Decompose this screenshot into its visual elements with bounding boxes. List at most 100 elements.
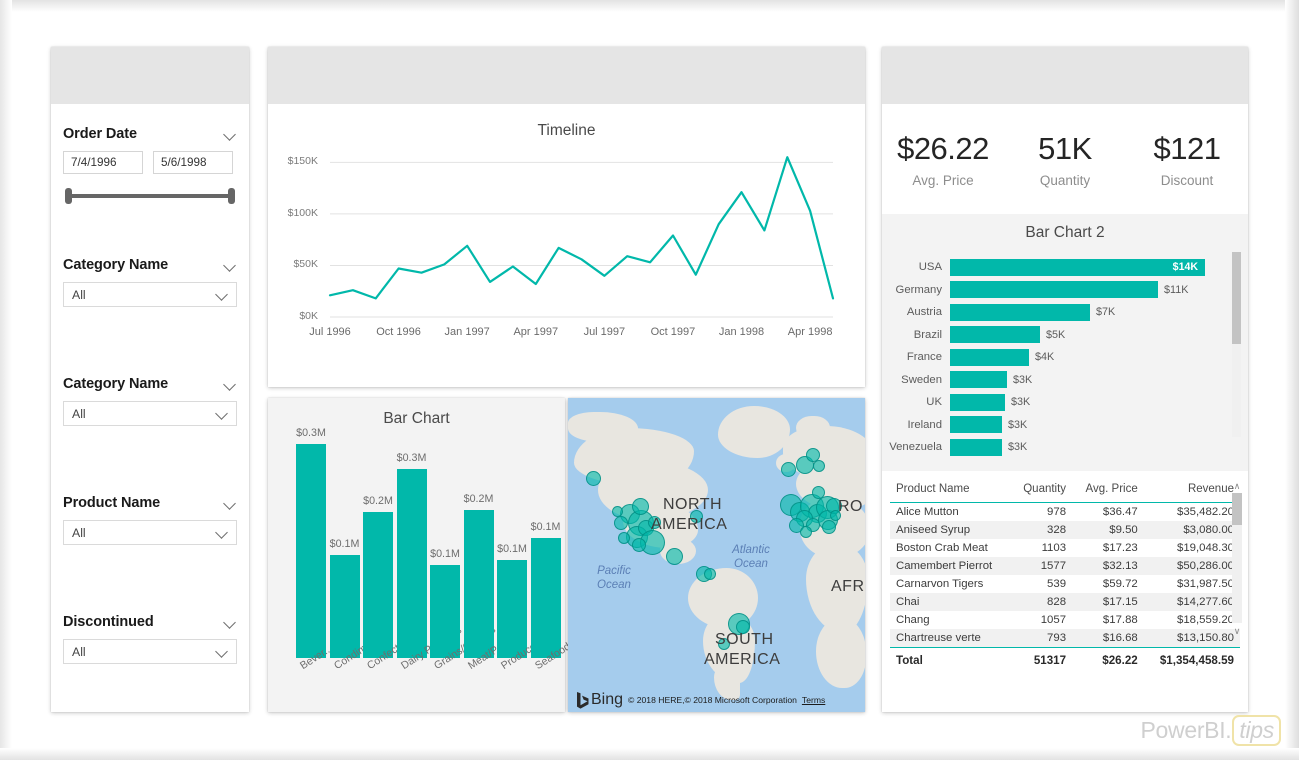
col-header-quantity[interactable]: Quantity <box>1011 481 1072 503</box>
bar-chart-2-row[interactable]: UK $3K <box>882 391 1248 414</box>
bar-chart-2-row[interactable]: USA $14K <box>882 256 1248 279</box>
map-visual-panel[interactable]: NORTH AMERICA SOUTH AMERICA AFR RO Pacif… <box>568 398 865 712</box>
date-range-inputs[interactable]: 7/4/1996 5/6/1998 <box>63 151 237 174</box>
table-body[interactable]: Alice Mutton 978 $36.47 $35,482.20 Aniseed S… <box>890 503 1240 648</box>
bar-chart-bar[interactable] <box>329 555 360 658</box>
table-row[interactable]: Camembert Pierrot 1577 $32.13 $50,286.00 <box>890 557 1240 575</box>
map-bubble[interactable] <box>822 520 836 534</box>
bar-chart-panel[interactable]: Bar Chart $0.3M Bever... $0.1M Condiments $0… <box>268 398 572 712</box>
slicer-product-name-dropdown[interactable]: All <box>63 520 237 545</box>
chevron-down-icon[interactable] <box>224 497 237 510</box>
slicer-category-name-1-head[interactable]: Category Name <box>63 257 237 273</box>
table-row[interactable]: Boston Crab Meat 1103 $17.23 $19,048.30 <box>890 539 1240 557</box>
table-row[interactable]: Carnarvon Tigers 539 $59.72 $31,987.50 <box>890 575 1240 593</box>
product-data-table[interactable]: Product Name Quantity Avg. Price Revenue… <box>890 481 1240 670</box>
chevron-down-icon[interactable] <box>216 288 229 301</box>
col-header-revenue[interactable]: Revenue <box>1144 481 1240 503</box>
chevron-down-icon[interactable] <box>224 378 237 391</box>
map-bubble[interactable] <box>618 532 630 544</box>
slider-track[interactable] <box>69 194 231 198</box>
bar-chart-bar[interactable] <box>497 560 527 658</box>
map-bubble[interactable] <box>800 526 812 538</box>
bar-chart-bar[interactable] <box>430 565 460 658</box>
date-to-input[interactable]: 5/6/1998 <box>153 151 233 174</box>
slicer-discontinued-head[interactable]: Discontinued <box>63 614 237 630</box>
map-bubble[interactable] <box>586 471 601 486</box>
timeline-chart-panel[interactable]: Timeline $0K $50K $100K $150K Jul 1996 Oct 19… <box>268 47 865 387</box>
kpi-card-quantity[interactable]: 51K Quantity <box>1004 131 1126 188</box>
slider-handle-right[interactable] <box>228 188 235 204</box>
bar-chart-2-bar[interactable] <box>950 416 1002 434</box>
bar-chart-2-rows[interactable]: USA $14K Germany $11K Austria $7K Brazil $5K Fra… <box>882 256 1248 459</box>
bar-chart-2-panel[interactable]: Bar Chart 2 USA $14K Germany $11K Austria $7K… <box>882 214 1248 471</box>
slicer-order-date[interactable]: Order Date 7/4/1996 5/6/1998 <box>51 126 249 207</box>
bar-chart-2-row[interactable]: France $4K <box>882 346 1248 369</box>
map-bubble[interactable] <box>781 462 796 477</box>
bar-chart-2-bar[interactable] <box>950 303 1090 321</box>
col-header-product-name[interactable]: Product Name <box>890 481 1011 503</box>
map-terms-link[interactable]: Terms <box>802 695 825 705</box>
kpi-card-avg-price[interactable]: $26.22 Avg. Price <box>882 131 1004 188</box>
bar-chart-bar[interactable] <box>463 510 494 658</box>
table-row[interactable]: Aniseed Syrup 328 $9.50 $3,080.00 <box>890 521 1240 539</box>
bar-chart-2-row[interactable]: Sweden $3K <box>882 369 1248 392</box>
bar-chart-2-bar[interactable] <box>950 393 1005 411</box>
chevron-down-icon[interactable] <box>224 616 237 629</box>
map-bubble[interactable] <box>813 460 825 472</box>
date-from-input[interactable]: 7/4/1996 <box>63 151 143 174</box>
table-row[interactable]: Alice Mutton 978 $36.47 $35,482.20 <box>890 503 1240 522</box>
timeline-plot-area[interactable]: $0K $50K $100K $150K Jul 1996 Oct 1996 Jan 199… <box>268 140 865 355</box>
table-row[interactable]: Chartreuse verte 793 $16.68 $13,150.80 <box>890 629 1240 648</box>
bar-chart-2-row[interactable]: Austria $7K <box>882 301 1248 324</box>
scroll-up-icon[interactable]: ∧ <box>1232 481 1242 491</box>
bar-chart-2-row[interactable]: Venezuela $3K <box>882 436 1248 459</box>
slicer-discontinued-dropdown[interactable]: All <box>63 639 237 664</box>
map-bubble[interactable] <box>614 516 628 530</box>
bar-chart-2-row[interactable]: Brazil $5K <box>882 324 1248 347</box>
table-scrollbar-track[interactable] <box>1232 493 1242 623</box>
chevron-down-icon[interactable] <box>216 645 229 658</box>
bar-chart-bar[interactable] <box>363 512 393 658</box>
bar-chart-2-bar[interactable] <box>950 348 1029 366</box>
bar-chart-bar[interactable] <box>396 469 427 658</box>
map-bubble[interactable] <box>812 486 825 499</box>
bar-chart-bar[interactable] <box>530 538 561 658</box>
bar-chart-2-scrollbar-thumb[interactable] <box>1232 252 1241 344</box>
bar-chart-2-bar[interactable] <box>950 281 1158 299</box>
slicer-discontinued[interactable]: Discontinued All <box>51 614 249 664</box>
bar-chart-bar[interactable] <box>296 444 326 658</box>
slicer-order-date-head[interactable]: Order Date <box>63 126 237 142</box>
chevron-down-icon[interactable] <box>216 526 229 539</box>
col-header-avg-price[interactable]: Avg. Price <box>1072 481 1144 503</box>
table-scrollbar-thumb[interactable] <box>1232 493 1242 525</box>
scroll-down-icon[interactable]: ∨ <box>1232 626 1242 636</box>
table-row[interactable]: Chai 828 $17.15 $14,277.60 <box>890 593 1240 611</box>
bar-chart-2-bar[interactable]: $14K <box>950 258 1205 276</box>
slicer-category-name-2[interactable]: Category Name All <box>51 376 249 426</box>
slicer-category-name-2-dropdown[interactable]: All <box>63 401 237 426</box>
product-data-table-panel[interactable]: Product Name Quantity Avg. Price Revenue… <box>882 471 1248 670</box>
table-row[interactable]: Chang 1057 $17.88 $18,559.20 <box>890 611 1240 629</box>
map-bubble[interactable] <box>612 506 623 517</box>
slicer-category-name-1[interactable]: Category Name All <box>51 257 249 307</box>
chevron-down-icon[interactable] <box>224 259 237 272</box>
map-bubble[interactable] <box>632 538 646 552</box>
bar-chart-2-row[interactable]: Germany $11K <box>882 279 1248 302</box>
map-bubble[interactable] <box>666 548 683 565</box>
bar-chart-2-bar[interactable] <box>950 371 1007 389</box>
slider-handle-left[interactable] <box>65 188 72 204</box>
chevron-down-icon[interactable] <box>224 128 237 141</box>
table-scrollbar[interactable]: ∧ ∨ <box>1232 481 1242 636</box>
bar-chart-2-row[interactable]: Ireland $3K <box>882 414 1248 437</box>
slicer-category-name-2-head[interactable]: Category Name <box>63 376 237 392</box>
slicer-category-name-1-dropdown[interactable]: All <box>63 282 237 307</box>
date-range-slider[interactable] <box>63 185 237 207</box>
map-bubble[interactable] <box>704 568 716 580</box>
kpi-card-discount[interactable]: $121 Discount <box>1126 131 1248 188</box>
bar-chart-2-bar[interactable] <box>950 438 1002 456</box>
bar-chart-plot-area[interactable]: $0.3M Bever... $0.1M Condiments $0.2M Confect… <box>268 427 572 672</box>
bar-chart-2-bar[interactable] <box>950 326 1040 344</box>
slicer-product-name[interactable]: Product Name All <box>51 495 249 545</box>
slicer-product-name-head[interactable]: Product Name <box>63 495 237 511</box>
bar-chart-2-scrollbar[interactable] <box>1232 252 1241 437</box>
